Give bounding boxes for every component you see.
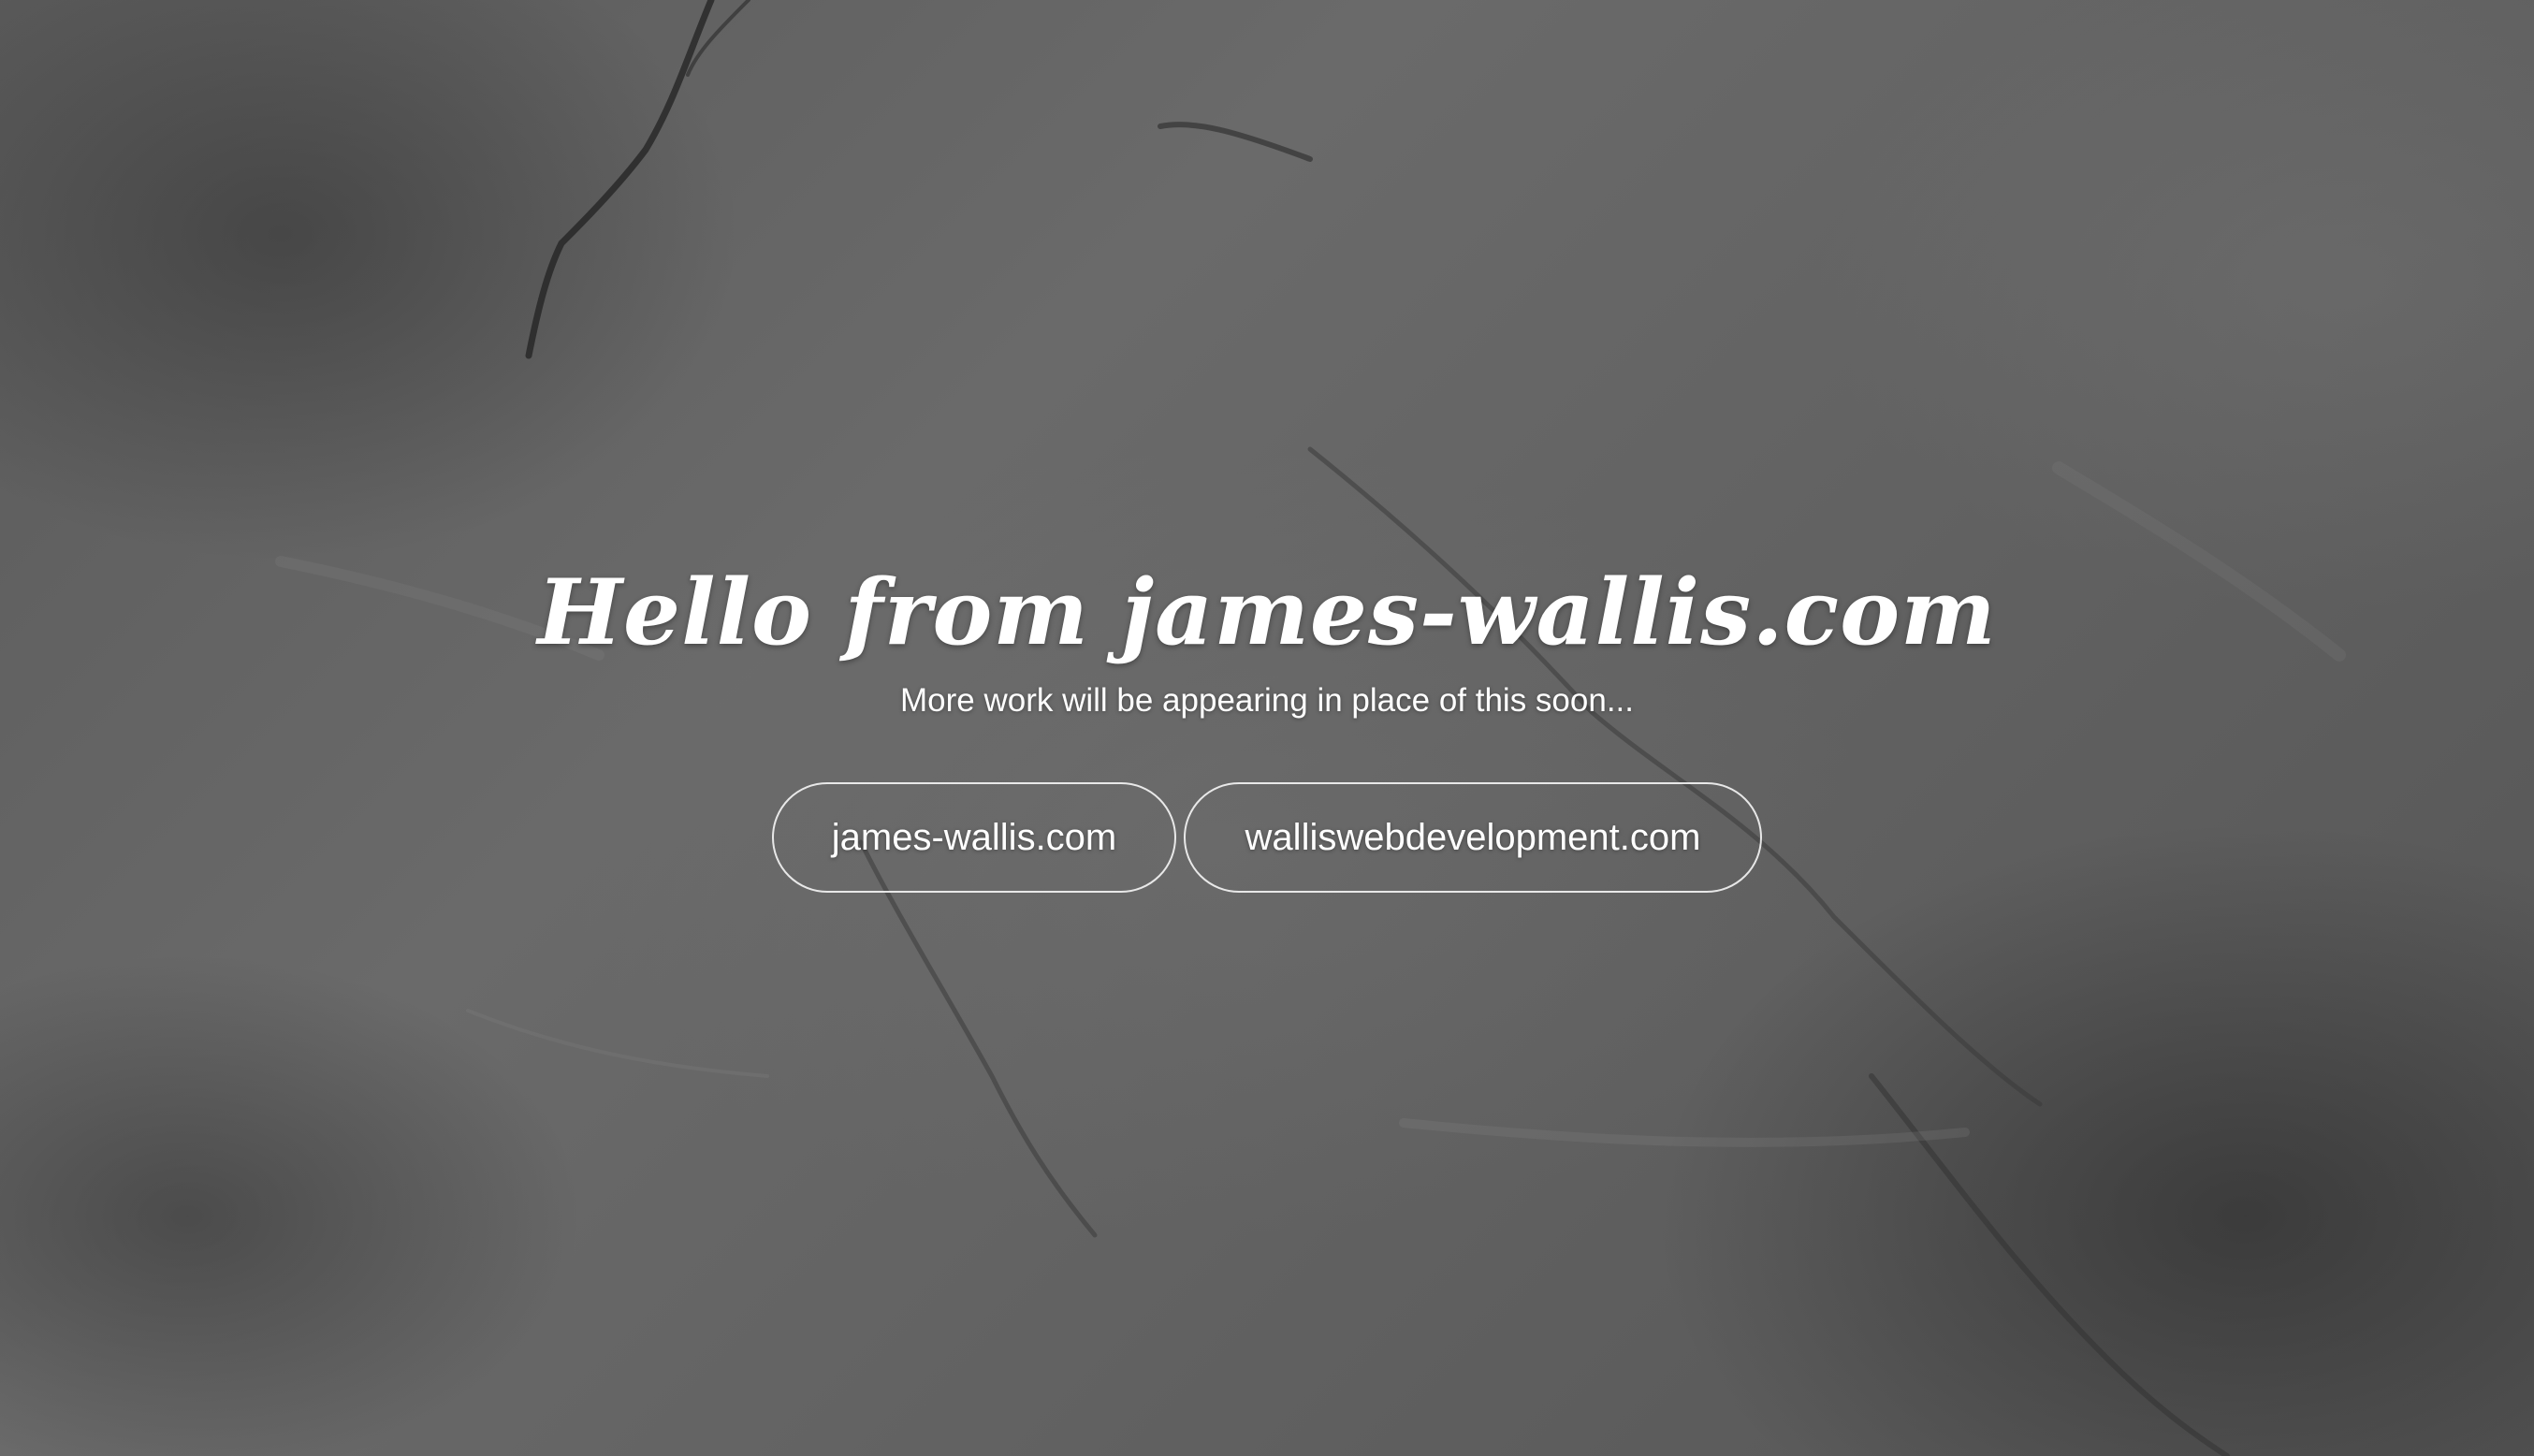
page-subtitle: More work will be appearing in place of … bbox=[899, 682, 1634, 719]
james-wallis-link-button[interactable]: james-wallis.com bbox=[772, 782, 1176, 893]
wallis-web-development-link-button[interactable]: walliswebdevelopment.com bbox=[1184, 782, 1762, 893]
link-buttons: james-wallis.com walliswebdevelopment.co… bbox=[0, 782, 2534, 893]
hero-section: Hello from james-wallis.com More work wi… bbox=[0, 552, 2534, 893]
page-title: Hello from james-wallis.com bbox=[537, 560, 1997, 665]
